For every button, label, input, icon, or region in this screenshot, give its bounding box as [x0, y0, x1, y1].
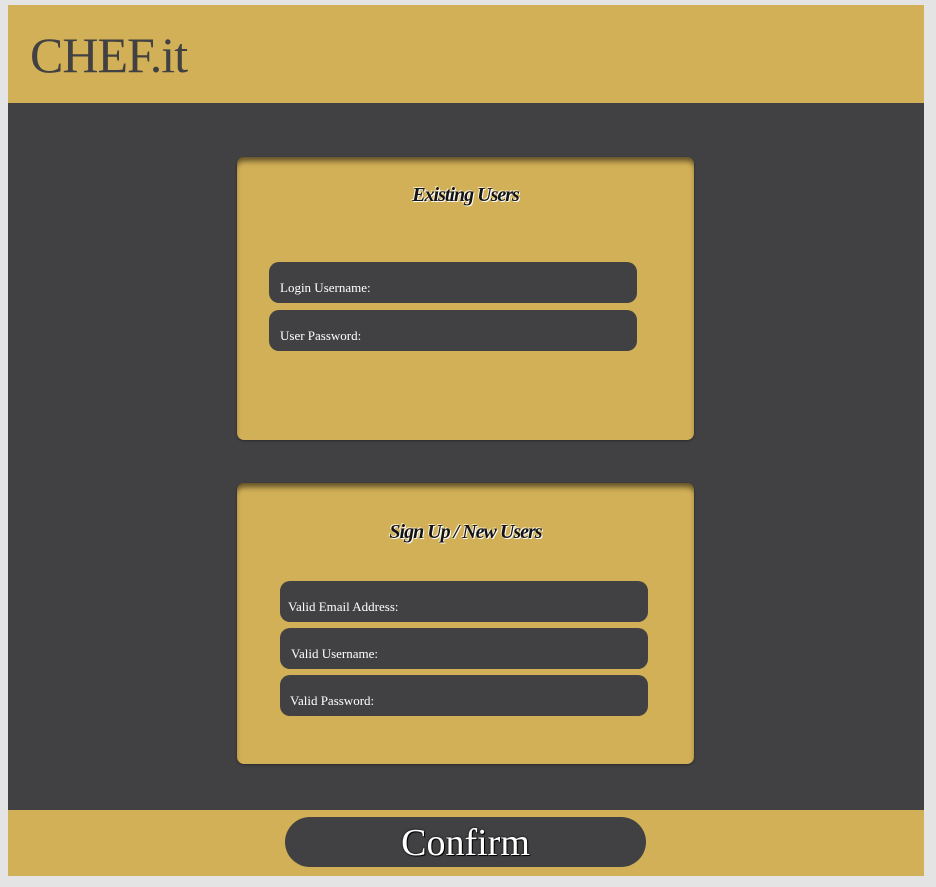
login-title: Existing Users [412, 184, 520, 206]
signup-username-placeholder: Valid Username: [291, 646, 379, 661]
login-username-input[interactable]: Login Username: [269, 262, 637, 303]
signup-email-input[interactable]: Valid Email Address: [280, 581, 648, 622]
login-username-placeholder: Login Username: [280, 280, 371, 295]
signup-panel: Sign Up / New Users Valid Email Address:… [237, 483, 694, 764]
signup-username-input[interactable]: Valid Username: [280, 628, 648, 669]
login-password-input[interactable]: User Password: [269, 310, 637, 351]
page-frame: CHEF.it Existing Users Login Username: U… [8, 5, 924, 876]
app-logo[interactable]: CHEF.it [30, 27, 188, 83]
signup-password-input[interactable]: Valid Password: [280, 675, 648, 716]
signup-title: Sign Up / New Users [389, 521, 542, 543]
login-password-placeholder: User Password: [280, 328, 362, 343]
signup-email-placeholder: Valid Email Address: [288, 599, 399, 614]
confirm-button[interactable]: Confirm [285, 817, 646, 867]
login-panel: Existing Users Login Username: User Pass… [237, 157, 694, 440]
header: CHEF.it [8, 5, 924, 103]
signup-password-placeholder: Valid Password: [290, 693, 375, 708]
footer-bar: Confirm [8, 810, 924, 876]
